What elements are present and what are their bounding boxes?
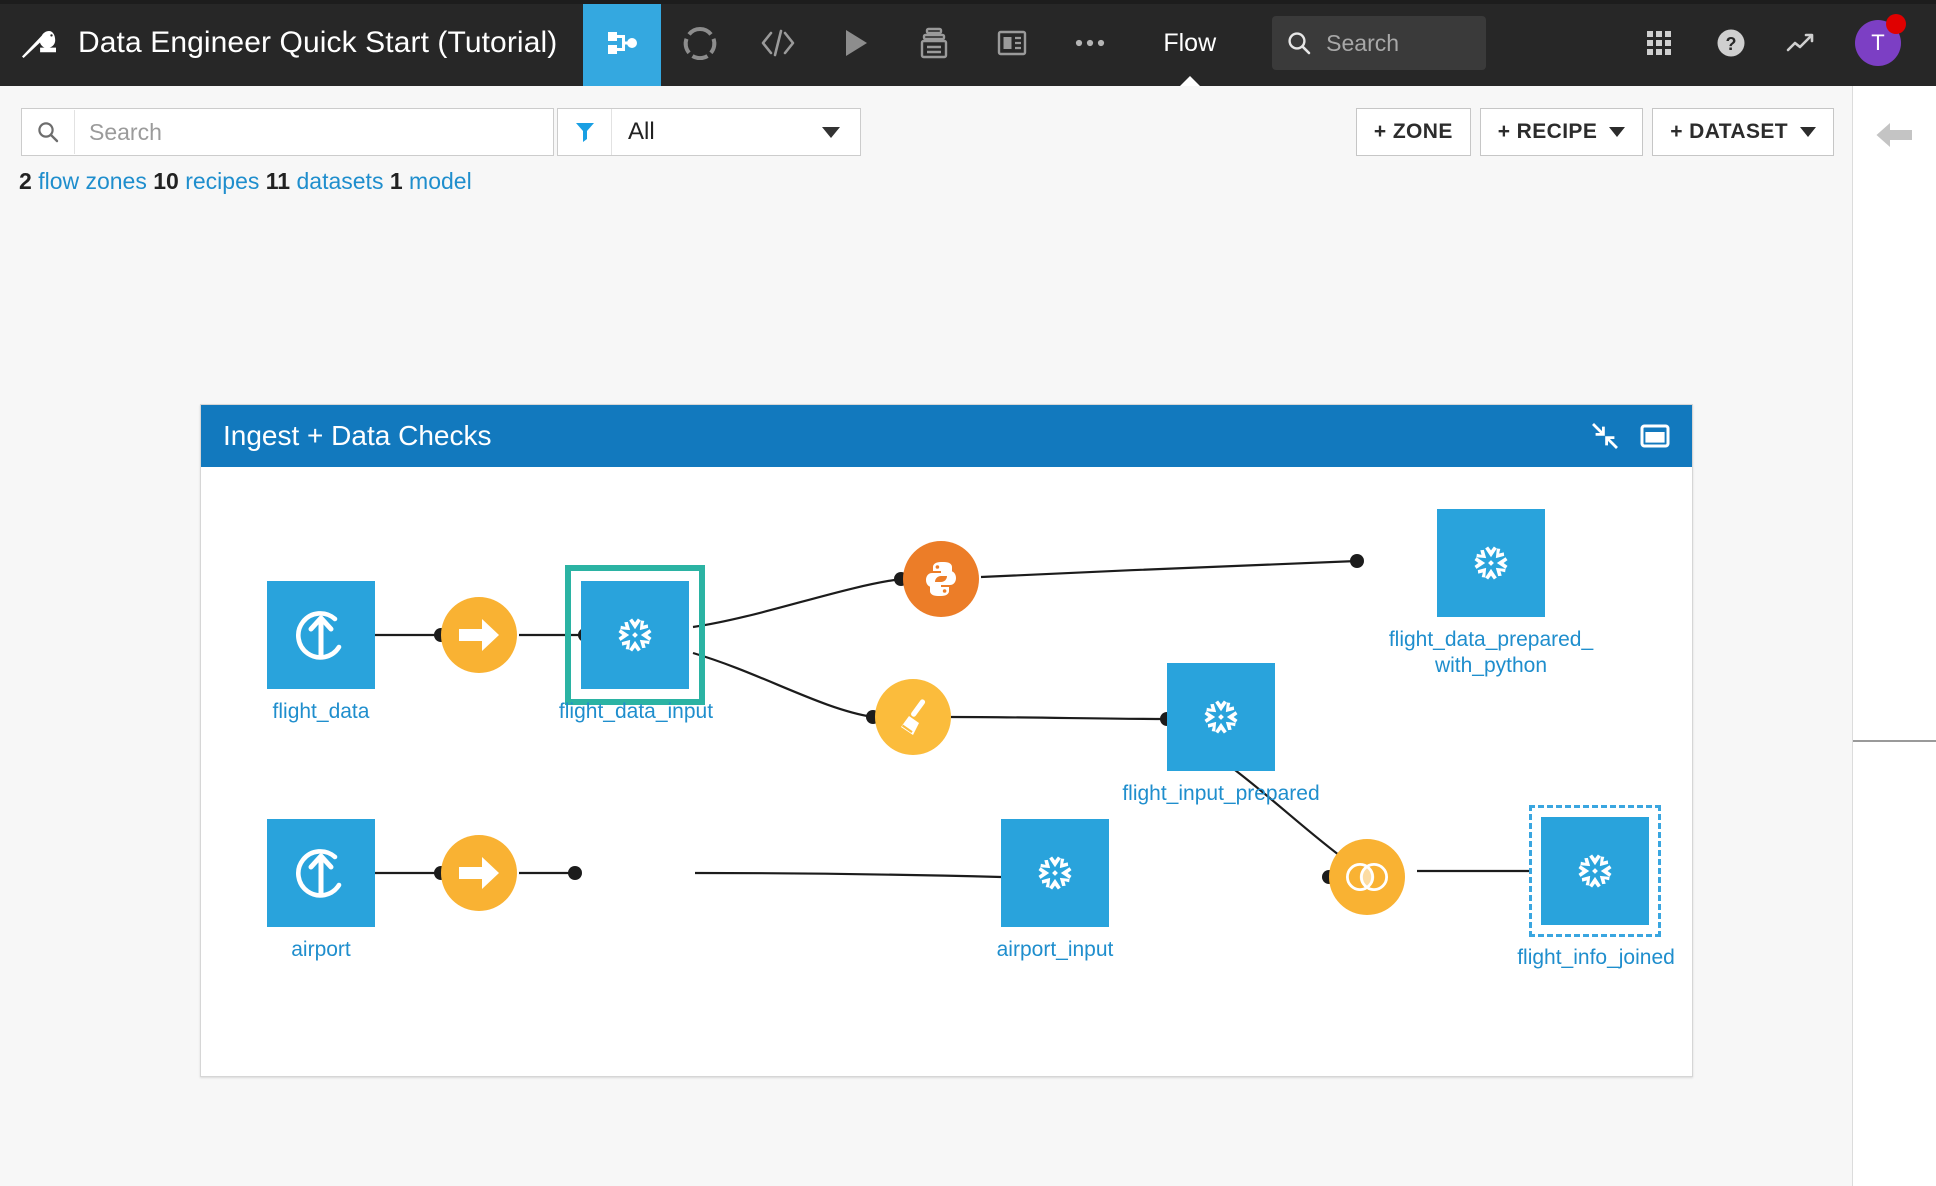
nav-more-ellipsis-icon[interactable] bbox=[1051, 0, 1129, 86]
join-venn-icon bbox=[1345, 862, 1389, 892]
section-tab-label: Flow bbox=[1163, 28, 1217, 57]
dataset-label-flight-data-prepared-with-python[interactable]: flight_data_prepared_ with_python bbox=[1386, 627, 1596, 679]
stat-label-models[interactable]: model bbox=[409, 168, 472, 194]
page-title: Data Engineer Quick Start (Tutorial) bbox=[78, 26, 558, 59]
top-navigation-bar: Data Engineer Quick Start (Tutorial) Flo… bbox=[0, 0, 1936, 87]
flow-canvas[interactable]: Ingest + Data Checks flight_data flight_… bbox=[0, 208, 1852, 1186]
flow-stats-summary: 2 flow zones 10 recipes 11 datasets 1 mo… bbox=[19, 168, 472, 195]
zone-window-icon[interactable] bbox=[1640, 423, 1670, 449]
dataset-node-flight-data[interactable] bbox=[267, 581, 375, 689]
flow-toolbar: All 2 flow zones 10 recipes 11 datasets … bbox=[0, 86, 1852, 208]
chevron-down-icon[interactable] bbox=[822, 126, 840, 138]
help-question-icon[interactable]: ? bbox=[1698, 0, 1764, 86]
add-dataset-label: + DATASET bbox=[1670, 120, 1788, 143]
snowflake-icon bbox=[1204, 700, 1238, 734]
zone-body[interactable]: flight_data flight_data_input flight_inp… bbox=[201, 467, 1692, 1076]
add-recipe-label: + RECIPE bbox=[1497, 120, 1598, 143]
funnel-icon bbox=[558, 109, 612, 155]
nav-flow-icon[interactable] bbox=[583, 0, 662, 86]
panel-divider bbox=[1853, 740, 1936, 742]
recipe-node-python[interactable] bbox=[903, 541, 979, 617]
svg-text:?: ? bbox=[1726, 34, 1737, 54]
flow-action-buttons: + ZONE + RECIPE + DATASET bbox=[1355, 108, 1834, 156]
nav-wiki-panel-icon[interactable] bbox=[973, 0, 1051, 86]
snowflake-icon bbox=[1578, 854, 1612, 888]
apps-grid-icon[interactable] bbox=[1626, 0, 1692, 86]
window-edge bbox=[0, 0, 1936, 4]
collapse-arrows-icon[interactable] bbox=[1592, 423, 1618, 449]
add-zone-label: + ZONE bbox=[1373, 120, 1453, 143]
topbar-right-actions: ? T bbox=[1626, 0, 1936, 86]
global-search-input[interactable]: Search bbox=[1272, 16, 1487, 70]
stat-count-recipes: 10 bbox=[153, 168, 179, 194]
dataset-label-flight-data[interactable]: flight_data bbox=[241, 699, 401, 725]
recipe-node-prepare[interactable] bbox=[875, 679, 951, 755]
flow-filter-value: All bbox=[628, 118, 655, 145]
recipe-node-sync-airport[interactable] bbox=[441, 835, 517, 911]
search-icon bbox=[22, 120, 74, 144]
stat-count-datasets: 11 bbox=[265, 168, 291, 194]
snowflake-icon bbox=[1038, 856, 1072, 890]
chevron-down-icon bbox=[1800, 127, 1816, 137]
notification-badge bbox=[1886, 14, 1906, 34]
dataiku-bird-logo[interactable] bbox=[0, 0, 78, 86]
upload-dataset-icon bbox=[296, 849, 342, 898]
dataset-label-airport[interactable]: airport bbox=[251, 937, 391, 963]
python-icon bbox=[926, 562, 956, 596]
snowflake-icon bbox=[1474, 546, 1508, 580]
snowflake-icon bbox=[618, 618, 652, 652]
dataset-label-flight-data-input[interactable]: flight_data_input bbox=[521, 699, 751, 725]
recipe-node-sync-flight[interactable] bbox=[441, 597, 517, 673]
global-search-placeholder: Search bbox=[1326, 29, 1400, 56]
add-dataset-button[interactable]: + DATASET bbox=[1652, 108, 1834, 156]
stat-label-zones[interactable]: flow zones bbox=[38, 168, 147, 194]
dataset-label-flight-input-prepared[interactable]: flight_input_prepared bbox=[1101, 781, 1341, 807]
dataset-node-airport[interactable] bbox=[267, 819, 375, 927]
stat-count-zones: 2 bbox=[19, 168, 32, 194]
add-recipe-button[interactable]: + RECIPE bbox=[1479, 108, 1644, 156]
dataset-label-airport-input[interactable]: airport_input bbox=[945, 937, 1165, 963]
zone-title: Ingest + Data Checks bbox=[223, 420, 492, 451]
nav-code-icon[interactable] bbox=[739, 0, 817, 86]
flow-search-input[interactable] bbox=[74, 110, 553, 154]
trend-chart-icon[interactable] bbox=[1770, 0, 1836, 86]
stat-label-datasets[interactable]: datasets bbox=[297, 168, 384, 194]
dataset-node-flight-data-prepared-with-python[interactable] bbox=[1437, 509, 1545, 617]
dataset-node-airport-input[interactable] bbox=[1001, 819, 1109, 927]
sync-arrow-icon bbox=[459, 857, 499, 889]
broom-icon bbox=[901, 699, 926, 735]
user-avatar[interactable]: T bbox=[1842, 0, 1914, 86]
dataset-node-flight-data-input[interactable] bbox=[565, 565, 705, 705]
flow-search-box[interactable] bbox=[21, 108, 554, 156]
sync-arrow-icon bbox=[459, 619, 499, 651]
dataset-node-flight-info-joined[interactable] bbox=[1529, 805, 1661, 937]
recipe-node-join[interactable] bbox=[1329, 839, 1405, 915]
nav-run-play-icon[interactable] bbox=[817, 0, 895, 86]
dataset-node-flight-input-prepared[interactable] bbox=[1167, 663, 1275, 771]
zone-header[interactable]: Ingest + Data Checks bbox=[201, 405, 1692, 467]
stat-count-models: 1 bbox=[389, 168, 403, 194]
chevron-down-icon bbox=[1609, 127, 1626, 137]
section-tab-flow[interactable]: Flow bbox=[1129, 0, 1250, 87]
flow-zone-ingest-data-checks[interactable]: Ingest + Data Checks flight_data flight_… bbox=[200, 404, 1693, 1077]
nav-automation-stack-icon[interactable] bbox=[895, 0, 973, 86]
stat-label-recipes[interactable]: recipes bbox=[185, 168, 259, 194]
arrow-left-icon[interactable] bbox=[1874, 118, 1916, 157]
flow-filter-select[interactable]: All bbox=[557, 108, 861, 156]
right-side-panel bbox=[1852, 86, 1936, 1186]
search-icon bbox=[1288, 32, 1311, 55]
dataset-label-flight-info-joined[interactable]: flight_info_joined bbox=[1479, 945, 1713, 971]
upload-dataset-icon bbox=[296, 611, 342, 660]
nav-dashboard-wheel-icon[interactable] bbox=[661, 0, 739, 86]
add-zone-button[interactable]: + ZONE bbox=[1355, 108, 1471, 156]
